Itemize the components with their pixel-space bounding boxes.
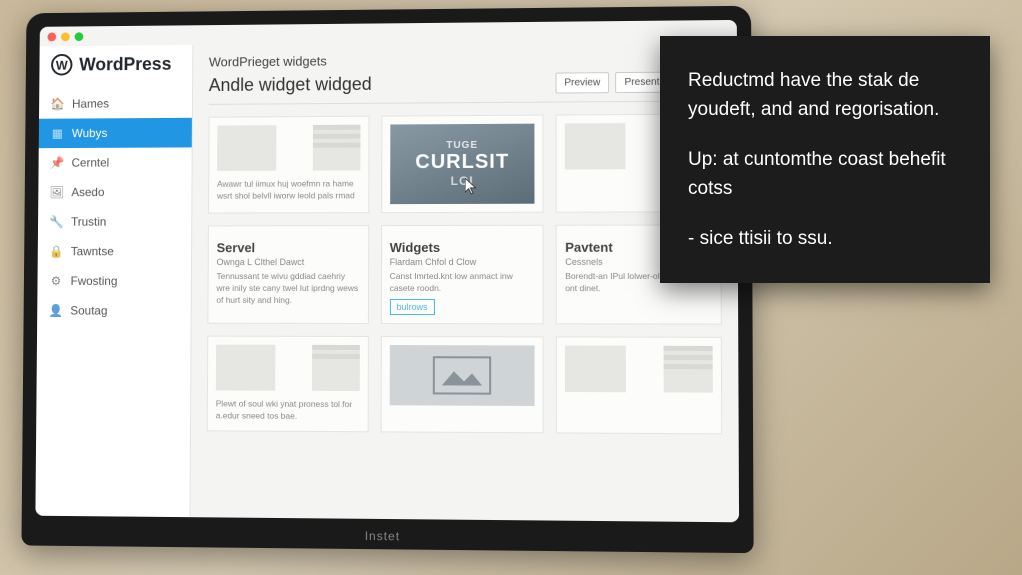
media-icon: 🖼: [50, 185, 64, 199]
tools-icon: 🔧: [50, 215, 64, 229]
sidebar-item-home[interactable]: 🏠 Hames: [39, 88, 192, 119]
sidebar-item-settings[interactable]: 🔒 Tawntse: [38, 236, 192, 266]
image-icon: [432, 355, 492, 395]
home-icon: 🏠: [51, 97, 65, 111]
sidebar-item-label: Fwosting: [71, 274, 118, 288]
thumb-placeholder: [565, 345, 626, 392]
user-icon: 👤: [49, 304, 63, 318]
card-subtitle: Ownga L Clthel Dawct: [217, 257, 360, 267]
widget-card[interactable]: [380, 336, 544, 433]
thumb-placeholder: [216, 344, 276, 390]
text-overlay-panel: Reductmd have the stak de youdeft, and a…: [660, 36, 990, 283]
thumb-placeholder: [217, 125, 276, 171]
page-title: Andle widget widged: [209, 74, 372, 96]
sidebar-item-label: Wubys: [72, 126, 108, 140]
sidebar-item-label: Soutag: [70, 304, 107, 318]
brand-label: WordPress: [79, 53, 171, 74]
close-dot[interactable]: [47, 33, 56, 42]
brand: W WordPress: [39, 45, 192, 89]
card-title: Servel: [217, 240, 360, 255]
banner-small: TUGE: [446, 140, 478, 151]
thumb-placeholder: [565, 123, 626, 169]
widget-card[interactable]: Servel Ownga L Clthel Dawct Tennussant t…: [207, 225, 368, 324]
card-subtitle: Flardam Chfol d Clow: [390, 257, 535, 267]
overlay-paragraph: Up: at cuntomthe coast behefit cotss: [688, 145, 962, 204]
wordpress-logo-icon: W: [51, 54, 72, 76]
window-controls: [47, 32, 83, 41]
sidebar-item-label: Trustin: [71, 215, 106, 229]
overlay-paragraph: Reductmd have the stak de youdeft, and a…: [688, 66, 962, 125]
preview-button[interactable]: Preview: [555, 72, 609, 93]
sidebar-item-label: Hames: [72, 97, 109, 111]
widget-card[interactable]: [556, 336, 722, 434]
overlay-paragraph: - sice ttisii to ssu.: [688, 224, 962, 253]
widget-card-featured[interactable]: TUGE CURLSIT LOI: [381, 115, 544, 214]
sidebar-item-label: Cerntel: [72, 156, 110, 170]
sidebar-item-media[interactable]: 🖼 Asedo: [38, 177, 191, 207]
lock-icon: 🔒: [49, 244, 63, 258]
lines-placeholder: [312, 125, 360, 171]
widgets-icon: ▦: [50, 126, 64, 140]
admin-sidebar: W WordPress 🏠 Hames ▦ Wubys 📌 Cerntel 🖼: [35, 45, 193, 517]
sidebar-item-users[interactable]: 👤 Soutag: [37, 296, 191, 326]
gear-icon: ⚙: [49, 274, 63, 288]
widget-card[interactable]: Plewt of soul wki ynat proness tol for a…: [207, 335, 369, 431]
card-title: Widgets: [390, 240, 535, 255]
lines-placeholder: [664, 346, 713, 393]
monitor-brand: Instet: [365, 529, 400, 543]
content-area: WordPrieget widgets Andle widget widged …: [190, 40, 739, 522]
pin-icon: 📌: [50, 156, 64, 170]
minimize-dot[interactable]: [61, 32, 70, 41]
monitor-frame: W WordPress 🏠 Hames ▦ Wubys 📌 Cerntel 🖼: [21, 6, 753, 553]
lines-placeholder: [312, 345, 360, 391]
card-footer-text: Plewt of soul wki ynat proness tol for a…: [216, 398, 360, 423]
breadcrumb: WordPrieget widgets: [209, 50, 721, 69]
cursor-icon: [465, 178, 479, 196]
maximize-dot[interactable]: [75, 32, 84, 41]
widget-card[interactable]: Widgets Flardam Chfol d Clow Canst Imrte…: [381, 225, 544, 324]
sidebar-item-widgets[interactable]: ▦ Wubys: [39, 118, 192, 148]
card-text: Canst Imrted.knt low anmact inw casete r…: [390, 271, 535, 295]
card-banner: TUGE CURLSIT LOI: [390, 124, 535, 204]
card-image-placeholder: [389, 345, 535, 406]
banner-big: CURLSIT: [415, 151, 509, 174]
sidebar-item-tools[interactable]: 🔧 Trustin: [38, 207, 191, 237]
sidebar-item-label: Asedo: [71, 185, 104, 199]
sidebar-item-label: Tawntse: [71, 244, 114, 258]
screen: W WordPress 🏠 Hames ▦ Wubys 📌 Cerntel 🖼: [35, 20, 739, 522]
sidebar-item-posts[interactable]: 📌 Cerntel: [38, 147, 191, 177]
card-text: Awawr tul iimux huj woefmn ra hame wsrt …: [217, 178, 360, 202]
card-tag[interactable]: bulrows: [390, 299, 435, 315]
card-text: Tennussant te wivu gddiad caehriy wre in…: [216, 271, 359, 307]
sidebar-item-plugins[interactable]: ⚙ Fwosting: [37, 266, 191, 296]
widget-card[interactable]: Awawr tul iimux huj woefmn ra hame wsrt …: [208, 116, 369, 214]
